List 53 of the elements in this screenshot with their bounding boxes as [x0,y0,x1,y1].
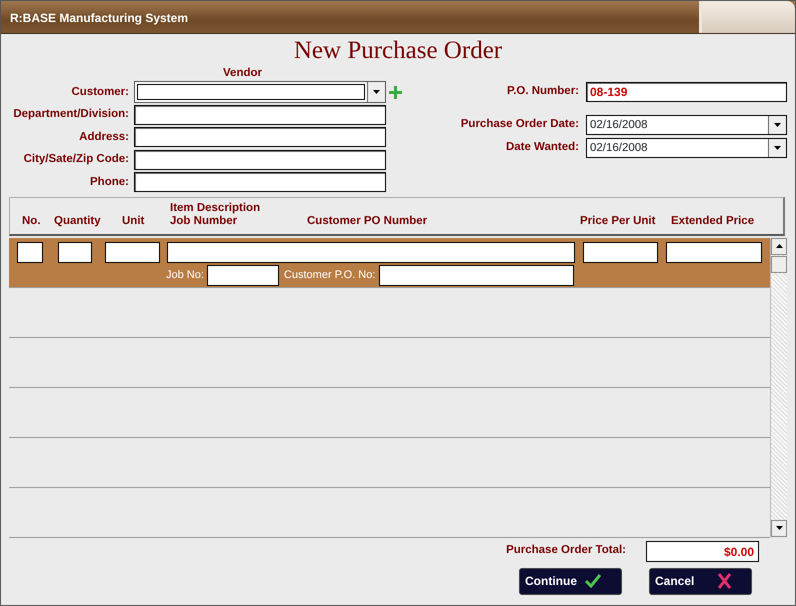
date-field[interactable]: 02/16/2008 [586,138,787,158]
dropdown-button[interactable] [768,116,786,134]
caret-icon [373,90,380,94]
scrollbar[interactable] [770,238,787,536]
continue-button[interactable]: Continue [519,568,622,594]
field-label: Address: [78,130,129,145]
checkmark-icon [585,574,601,588]
input-field[interactable] [134,127,386,148]
field-label: Phone: [89,174,129,190]
caret-icon [774,122,781,126]
column-header: Item Description Job Number [170,202,262,228]
input-field[interactable] [134,104,386,125]
cancel-button[interactable]: Cancel [649,568,752,594]
customer-combo[interactable] [134,81,386,104]
field-label: Department/Division: [12,107,129,122]
scroll-thumb[interactable] [771,256,787,272]
table-input[interactable] [105,242,160,262]
scroll-up-icon[interactable] [776,244,783,248]
input-field[interactable]: 08-139 [586,82,787,102]
column-header: No. [22,214,42,228]
column-caption: Vendor [222,66,262,81]
column-header: Quantity [54,214,102,228]
input-field[interactable] [134,150,386,170]
table-input[interactable] [167,242,575,262]
table-input[interactable] [666,242,762,262]
field-label: City/Sate/Zip Code: [22,152,129,168]
input-field[interactable] [206,264,279,286]
total-label: Purchase Order Total: [506,543,626,558]
table-input[interactable] [58,242,92,262]
date-field[interactable]: 02/16/2008 [586,114,787,134]
field-label: Customer P.O. No: [284,268,376,283]
column-header: Price Per Unit [580,214,656,228]
table-input[interactable] [17,242,43,262]
scroll-down-icon[interactable] [776,526,783,530]
add-icon[interactable] [389,86,402,99]
form-heading: New Purchase Order [292,36,504,66]
window-title: R:BASE Manufacturing System [9,10,190,27]
dropdown-button[interactable] [768,138,786,156]
column-header: Unit [122,214,146,228]
table-input[interactable] [583,242,658,262]
field-label: Date Wanted: [504,140,579,155]
input-field[interactable] [134,172,386,192]
total-field: $0.00 [646,540,759,562]
dropdown-button[interactable] [367,82,385,102]
field-label: Job No: [166,268,204,283]
field-label: P.O. Number: [506,84,579,99]
x-icon [718,573,731,589]
field-label: Customer: [70,84,129,100]
field-label: Purchase Order Date: [460,116,579,132]
caret-icon [774,146,781,150]
input-field[interactable] [379,264,574,286]
column-header: Extended Price [671,214,756,228]
column-header: Customer PO Number [307,214,428,228]
